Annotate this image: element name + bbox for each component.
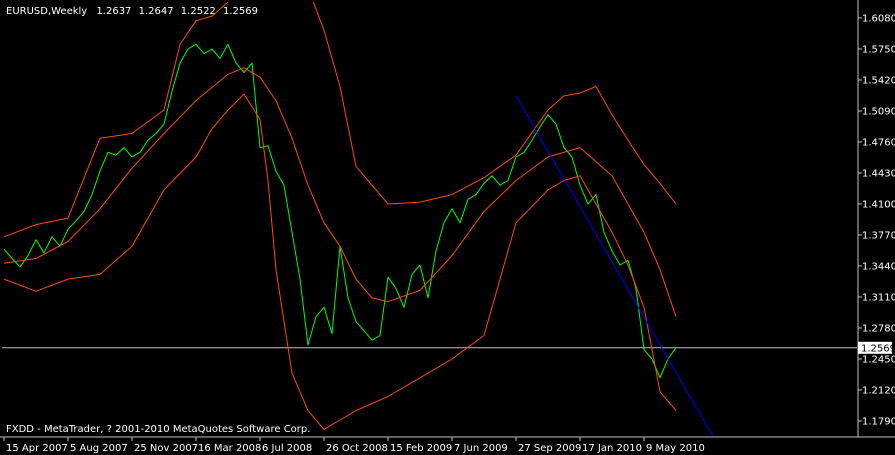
time-tick-label: 15 Feb 2009 xyxy=(390,443,452,454)
price-tick-label: 1.1790 xyxy=(862,416,895,427)
time-tick-label: 15 Apr 2007 xyxy=(6,443,68,454)
chart-window: 1.6080 1.5750 1.5420 1.5090 1.4760 1.4430 1.41… xyxy=(0,0,895,455)
price-tick-label: 1.2780 xyxy=(862,323,895,334)
price-tick-label: 1.2120 xyxy=(862,385,895,396)
price-tick-label: 1.3770 xyxy=(862,230,895,241)
price-tick-label: 1.3440 xyxy=(862,261,895,272)
price-tick-label: 1.4100 xyxy=(862,199,895,210)
price-tick-label: 1.2450 xyxy=(862,354,895,365)
time-tick-label: 17 Jan 2010 xyxy=(582,443,642,454)
price-tick-label: 1.4430 xyxy=(862,168,895,179)
time-tick-label: 6 Jul 2008 xyxy=(262,443,312,454)
price-tick-label: 1.3110 xyxy=(862,292,895,303)
time-tick-label: 5 Aug 2007 xyxy=(70,443,128,454)
price-tick-label: 1.5090 xyxy=(862,106,895,117)
open-value: 1.2637 xyxy=(96,6,131,17)
close-value: 1.2569 xyxy=(223,6,258,17)
high-value: 1.2647 xyxy=(139,6,174,17)
copyright-label: FXDD - MetaTrader, ? 2001-2010 MetaQuote… xyxy=(6,424,310,435)
price-chart: 1.6080 1.5750 1.5420 1.5090 1.4760 1.4430 1.41… xyxy=(0,0,895,455)
time-tick-label: 26 Oct 2008 xyxy=(326,443,388,454)
price-tick-label: 1.6080 xyxy=(862,13,895,24)
current-price-label: 1.2569 xyxy=(861,343,895,354)
price-tick-label: 1.4760 xyxy=(862,137,895,148)
time-tick-label: 9 May 2010 xyxy=(646,443,705,454)
price-tick-label: 1.5750 xyxy=(862,44,895,55)
time-tick-label: 27 Sep 2009 xyxy=(518,443,581,454)
time-tick-label: 25 Nov 2007 xyxy=(134,443,198,454)
time-tick-label: 16 Mar 2008 xyxy=(198,443,261,454)
low-value: 1.2522 xyxy=(181,6,216,17)
symbol-label: EURUSD,Weekly xyxy=(6,6,87,17)
price-tick-label: 1.5420 xyxy=(862,75,895,86)
current-price-tag: 1.2569 xyxy=(858,341,895,354)
time-tick-label: 7 Jun 2009 xyxy=(454,443,508,454)
chart-background xyxy=(0,0,895,455)
